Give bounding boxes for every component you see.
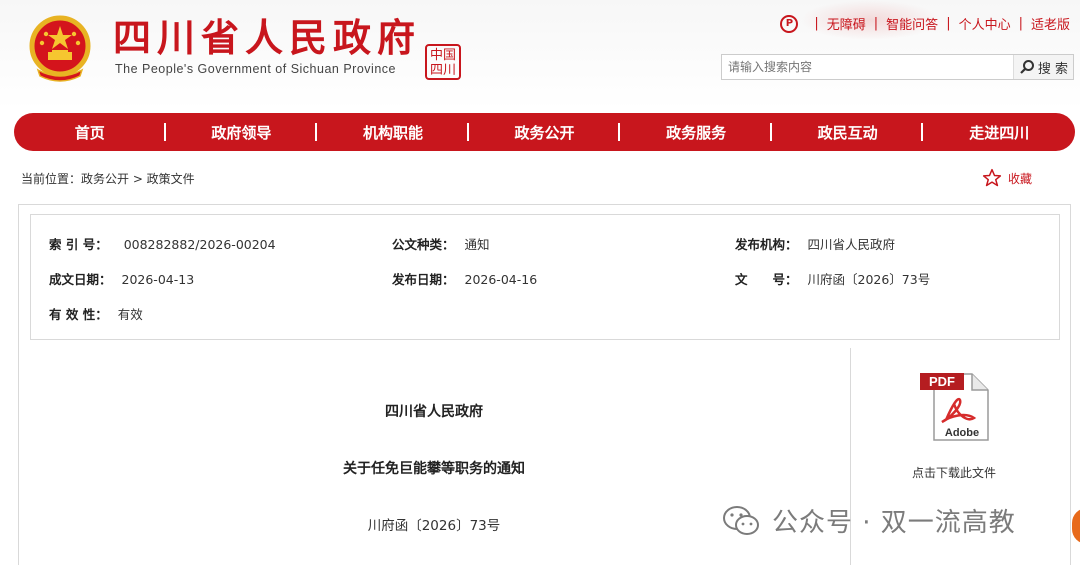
wechat-watermark: 公众号 · 双一流高教 <box>722 502 1016 539</box>
meta-doc-number: 文 号： 川府函〔2026〕73号 <box>735 272 931 287</box>
location-pin-icon[interactable]: P <box>780 14 799 33</box>
search-button[interactable]: 搜 索 <box>1013 55 1073 79</box>
nav-item-about-sichuan[interactable]: 走进四川 <box>923 122 1075 143</box>
pdf-brand-text: Adobe <box>945 427 979 439</box>
nav-item-leaders[interactable]: 政府领导 <box>166 122 318 143</box>
nav-item-services[interactable]: 政务服务 <box>620 122 772 143</box>
favorite-label: 收藏 <box>1008 171 1033 186</box>
meta-publisher: 发布机构： 四川省人民政府 <box>735 237 896 252</box>
nav-item-home[interactable]: 首页 <box>14 122 166 143</box>
meta-created-date: 成文日期： 2026-04-13 <box>49 272 195 287</box>
nav-item-public-affairs[interactable]: 政务公开 <box>469 122 621 143</box>
wechat-icon <box>723 505 759 535</box>
main-nav: 首页 政府领导 机构职能 政务公开 政务服务 政民互动 走进四川 <box>14 113 1075 151</box>
watermark-text: 公众号 · 双一流高教 <box>772 508 1016 538</box>
meta-validity: 有 效 性： 有效 <box>49 307 143 322</box>
top-links: P | 无障碍 | 智能问答 | 个人中心 | 适老版 <box>780 14 1070 33</box>
nav-item-interaction[interactable]: 政民互动 <box>772 122 924 143</box>
national-emblem-icon <box>29 15 91 82</box>
search-icon <box>1020 60 1034 74</box>
favorite-button[interactable]: 收藏 <box>982 168 1032 188</box>
star-icon <box>982 168 1002 187</box>
personal-center-link[interactable]: 个人中心 <box>959 14 1011 33</box>
breadcrumb[interactable]: 当前位置：政务公开 > 政策文件 <box>21 170 195 187</box>
pdf-file-icon[interactable]: PDF Adobe <box>920 370 992 442</box>
nav-item-organizations[interactable]: 机构职能 <box>317 122 469 143</box>
search-button-label: 搜 索 <box>1037 61 1069 77</box>
site-header: 四川省人民政府 The People's Government of Sichu… <box>0 0 1080 110</box>
site-title[interactable]: 四川省人民政府 <box>113 14 421 62</box>
download-link[interactable]: 点击下载此文件 <box>880 464 1028 481</box>
meta-published-date: 发布日期： 2026-04-16 <box>392 272 538 287</box>
accessibility-link[interactable]: 无障碍 <box>827 14 866 33</box>
elderly-mode-link[interactable]: 适老版 <box>1031 14 1070 33</box>
document-issuer: 四川省人民政府 <box>385 404 483 420</box>
search-input[interactable] <box>722 55 1013 79</box>
meta-category: 公文种类： 通知 <box>392 237 490 252</box>
meta-index: 索 引 号： 008282882/2026-00204 <box>49 237 276 252</box>
floating-widget[interactable] <box>1072 508 1080 544</box>
sichuan-seal-logo: 中国 四川 <box>425 44 461 80</box>
search-box: 搜 索 <box>721 54 1074 80</box>
pdf-badge-text: PDF <box>929 374 955 389</box>
site-subtitle: The People's Government of Sichuan Provi… <box>115 62 396 76</box>
smart-qa-link[interactable]: 智能问答 <box>886 14 938 33</box>
document-title: 关于任免巨能攀等职务的通知 <box>343 461 525 477</box>
document-meta-table: 索 引 号： 008282882/2026-00204 公文种类： 通知 发布机… <box>30 214 1060 340</box>
